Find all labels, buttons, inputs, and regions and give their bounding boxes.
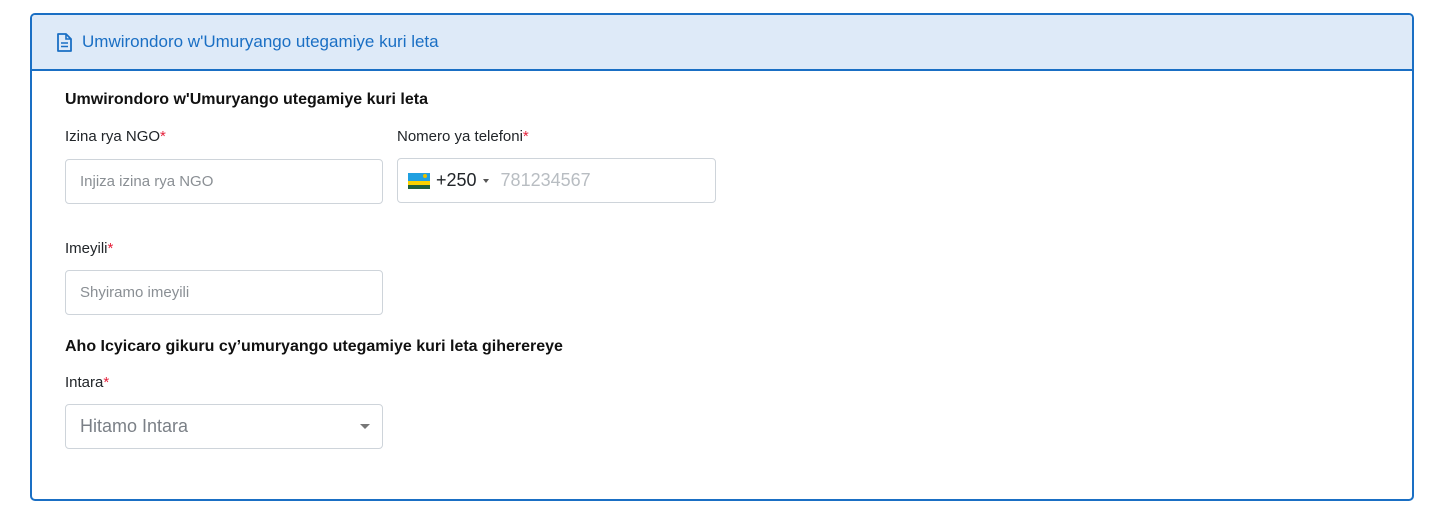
- phone-input[interactable]: +250 781234567: [397, 158, 716, 203]
- ngo-name-label: Izina rya NGO*: [65, 128, 166, 145]
- email-label: Imeyili*: [65, 240, 114, 257]
- province-select[interactable]: Hitamo Intara: [65, 404, 383, 449]
- province-label: Intara*: [65, 374, 110, 391]
- phone-placeholder: 781234567: [500, 170, 591, 190]
- rwanda-flag-icon[interactable]: [408, 172, 430, 189]
- chevron-down-icon: [360, 424, 370, 429]
- card-title: Umwirondoro w'Umuryango utegamiye kuri l…: [82, 32, 439, 51]
- card-header: Umwirondoro w'Umuryango utegamiye kuri l…: [32, 15, 1412, 71]
- phone-label: Nomero ya telefoni*: [397, 128, 529, 145]
- ngo-name-input[interactable]: Injiza izina rya NGO: [65, 159, 383, 204]
- location-section-title: Aho Icyicaro gikuru cy’umuryango utegami…: [65, 338, 563, 355]
- document-icon: [56, 32, 74, 52]
- ngo-name-placeholder: Injiza izina rya NGO: [80, 173, 214, 190]
- country-code[interactable]: +250: [436, 170, 477, 191]
- province-placeholder: Hitamo Intara: [80, 416, 189, 436]
- email-input[interactable]: Shyiramo imeyili: [65, 270, 383, 315]
- profile-section-title: Umwirondoro w'Umuryango utegamiye kuri l…: [65, 91, 428, 108]
- country-dropdown-icon[interactable]: [482, 178, 489, 183]
- email-placeholder: Shyiramo imeyili: [80, 284, 190, 301]
